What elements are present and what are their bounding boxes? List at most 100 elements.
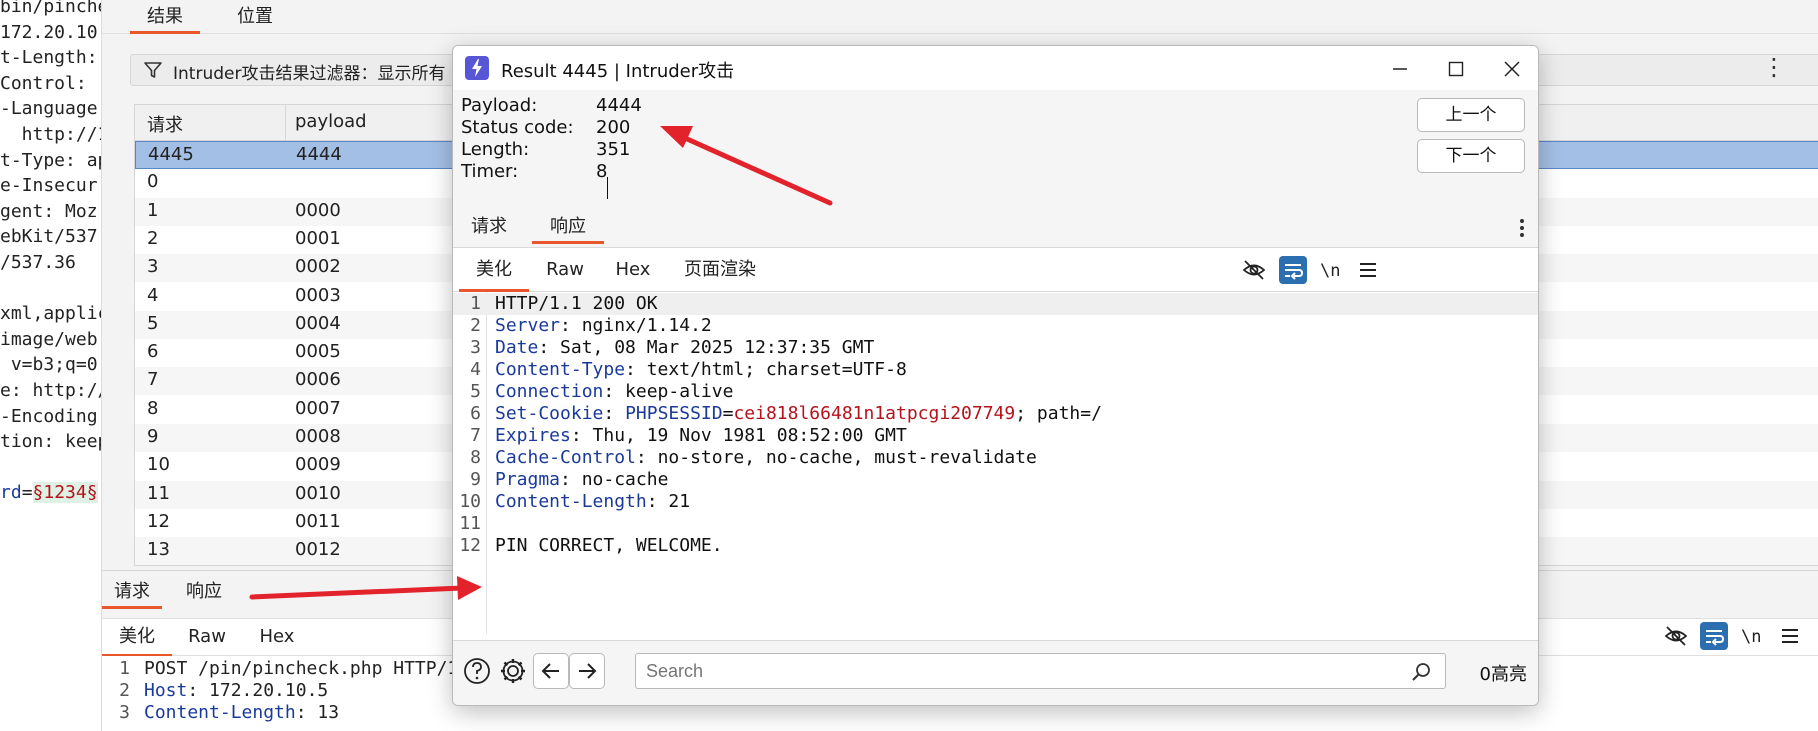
editor-line: t-Type: ap — [0, 149, 102, 171]
column-header-payload[interactable]: payload — [295, 111, 367, 132]
code-line: 6 Set-Cookie: PHPSESSID=cei818l66481n1atp… — [453, 403, 1538, 425]
editor-line: xml,applic — [0, 303, 102, 325]
svg-text:\n: \n — [1741, 627, 1761, 647]
response-editor[interactable]: 1 HTTP/1.1 200 OK 2 Server: nginx/1.14.2 3 Da… — [453, 292, 1538, 634]
header-value: : no-cache — [560, 469, 669, 490]
line-number: 9 — [470, 469, 481, 490]
tab-hex[interactable]: Hex — [252, 619, 302, 657]
tab-pretty[interactable]: 美化 — [459, 248, 529, 292]
tab-hex[interactable]: Hex — [603, 248, 663, 292]
menu-icon[interactable] — [1776, 622, 1804, 650]
help-icon[interactable] — [459, 653, 495, 689]
tab-request[interactable]: 请求 — [461, 210, 517, 244]
tab-pretty[interactable]: 美化 — [102, 619, 172, 657]
cell-request: 6 — [147, 341, 159, 363]
cell-payload: 0009 — [295, 454, 341, 476]
cookie-equals: = — [722, 403, 734, 424]
tab-response[interactable]: 响应 — [174, 575, 234, 609]
cookie-value: cei818l66481n1atpcgi207749 — [733, 403, 1016, 424]
header-name: Pragma — [495, 469, 561, 490]
cell-request: 4445 — [148, 144, 194, 165]
minimize-icon — [1393, 68, 1407, 70]
code-line: 4 Content-Type: text/html; charset=UTF-8 — [453, 359, 1538, 381]
header-name: Set-Cookie — [495, 403, 604, 424]
editor-line: tion: keep — [0, 431, 102, 453]
minimize-button[interactable] — [1377, 53, 1423, 85]
column-header-request[interactable]: 请求 — [147, 111, 183, 137]
code-text: Set-Cookie: PHPSESSID=cei818l66481n1atpc… — [495, 403, 1102, 424]
payload-value: 4444 — [596, 95, 642, 116]
header-value: : Thu, 19 Nov 1981 08:52:00 GMT — [570, 425, 907, 446]
line-number: 2 — [119, 680, 130, 701]
code-text: HTTP/1.1 200 OK — [495, 293, 658, 314]
code-text: Server: nginx/1.14.2 — [495, 315, 712, 336]
status-code-value: 200 — [596, 117, 631, 138]
header-name: Server — [495, 315, 561, 336]
search-input[interactable] — [635, 653, 1446, 689]
code-text: Date: Sat, 08 Mar 2025 12:37:35 GMT — [495, 337, 874, 358]
dialog-titlebar[interactable]: Result 4445 | Intruder攻击 — [453, 46, 1538, 90]
editor-line: http://1 — [0, 124, 102, 145]
header-name: Connection — [495, 381, 604, 402]
header-value: : keep-alive — [603, 381, 734, 402]
tab-positions[interactable]: 位置 — [220, 0, 290, 34]
header-name: Date — [495, 337, 539, 358]
cell-request: 2 — [147, 227, 159, 249]
line-number: 6 — [470, 403, 481, 424]
timer-value: 8 — [596, 161, 608, 182]
search-bar: 0高亮 — [453, 640, 1538, 705]
more-options-icon[interactable]: ⋮ — [1762, 52, 1786, 82]
settings-gear-icon[interactable] — [495, 653, 531, 689]
filter-text: Intruder攻击结果过滤器：显示所有 — [173, 64, 446, 84]
cell-payload: 4444 — [296, 144, 342, 165]
wrap-lines-icon[interactable] — [1700, 622, 1728, 650]
menu-icon[interactable] — [1354, 256, 1382, 284]
code-text: PIN CORRECT, WELCOME. — [495, 535, 723, 556]
body-text: PIN CORRECT, WELCOME. — [495, 535, 723, 556]
close-button[interactable] — [1489, 53, 1535, 85]
editor-line: e-Insecur — [0, 175, 98, 197]
line-number: 10 — [459, 491, 481, 512]
cell-payload: 0005 — [295, 341, 341, 363]
cell-request: 11 — [147, 482, 170, 504]
text-caret — [607, 177, 608, 199]
search-previous-button[interactable] — [533, 653, 569, 689]
header-value: : nginx/1.14.2 — [560, 315, 712, 336]
tab-response[interactable]: 响应 — [532, 210, 604, 244]
tab-raw[interactable]: Raw — [182, 619, 232, 657]
search-icon[interactable] — [1411, 661, 1433, 683]
line-number: 2 — [470, 315, 481, 336]
cookie-attributes: ; path=/ — [1015, 403, 1102, 424]
param-name: rd — [0, 482, 22, 504]
newline-toggle-icon[interactable]: \n — [1738, 622, 1766, 650]
code-text: Pragma: no-cache — [495, 469, 668, 490]
tab-results[interactable]: 结果 — [130, 0, 200, 34]
wrap-lines-icon[interactable] — [1279, 256, 1307, 284]
arrow-left-icon — [541, 663, 559, 679]
next-button[interactable]: 下一个 — [1417, 139, 1525, 173]
previous-button[interactable]: 上一个 — [1417, 98, 1525, 132]
code-line: 2 Server: nginx/1.14.2 — [453, 315, 1538, 337]
tab-render[interactable]: 页面渲染 — [673, 248, 767, 292]
cell-payload: 0007 — [295, 397, 341, 419]
editor-line: /537.36 — [0, 252, 76, 273]
cell-payload: 0010 — [295, 482, 341, 504]
editor-line: v=b3;q=0 — [0, 354, 98, 376]
cell-request: 3 — [147, 256, 159, 278]
search-next-button[interactable] — [569, 653, 605, 689]
hide-nonprinting-icon[interactable] — [1240, 256, 1268, 284]
newline-toggle-icon[interactable]: \n — [1317, 256, 1345, 284]
more-options-icon[interactable] — [1513, 214, 1531, 242]
code-line: 10 Content-Length: 21 — [453, 491, 1538, 513]
maximize-button[interactable] — [1433, 53, 1479, 85]
tab-raw[interactable]: Raw — [535, 248, 595, 292]
line-number: 11 — [459, 513, 481, 534]
cell-request: 5 — [147, 312, 159, 334]
cell-request: 1 — [147, 199, 159, 221]
editor-line: e: http:// — [0, 380, 102, 401]
code-text: Expires: Thu, 19 Nov 1981 08:52:00 GMT — [495, 425, 907, 446]
header-value: POST /pin/pincheck.php HTTP/1.1 — [144, 658, 480, 679]
tab-request[interactable]: 请求 — [102, 575, 162, 609]
hide-nonprinting-icon[interactable] — [1662, 622, 1690, 650]
cell-payload: 0001 — [295, 227, 341, 249]
